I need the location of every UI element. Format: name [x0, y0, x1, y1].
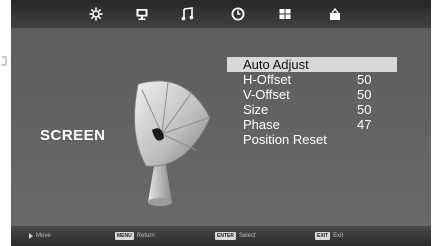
key-hint-bar: Move MENU Return ENTER Select EXIT Exit [11, 226, 431, 246]
menu-item-position-reset[interactable]: Position Reset [227, 132, 397, 147]
tab-time[interactable] [227, 4, 249, 24]
exit-key: EXIT [315, 232, 331, 240]
side-bracket-icon [2, 56, 7, 66]
gear-icon [89, 7, 103, 21]
menu-item-label: V-Offset [243, 87, 290, 102]
menu-item-label: H-Offset [243, 72, 292, 87]
hint-return: MENU Return [115, 231, 155, 241]
tab-options[interactable] [274, 4, 296, 24]
menu-item-label: Size [243, 102, 269, 117]
hint-move: Move [29, 231, 51, 241]
hint-move-label: Move [36, 233, 51, 239]
menu-item-phase[interactable]: Phase 47 [227, 117, 397, 132]
lock-icon [330, 7, 340, 20]
arrow-right-icon [29, 233, 33, 239]
menu-item-value: 50 [357, 87, 372, 102]
hint-exit-label: Exit [333, 233, 344, 239]
tab-audio[interactable] [177, 4, 199, 24]
hint-exit: EXIT Exit [315, 231, 343, 241]
satellite-dish-icon [133, 80, 211, 206]
tab-picture[interactable] [85, 4, 107, 24]
menu-item-v-offset[interactable]: V-Offset 50 [227, 87, 397, 102]
hint-select-label: Select [238, 233, 256, 239]
music-note-icon [181, 7, 194, 21]
enter-key: ENTER [215, 232, 236, 240]
hint-select: ENTER Select [215, 231, 256, 241]
menu-item-auto-adjust[interactable]: Auto Adjust [227, 57, 397, 72]
clock-icon [231, 7, 245, 21]
content-area: SCREEN Auto Adjust H-Offset 50 V-Offset … [11, 28, 431, 227]
tab-bar [11, 0, 431, 28]
grid-icon [279, 9, 291, 19]
menu-key: MENU [115, 232, 134, 240]
page-title: SCREEN [40, 127, 106, 144]
menu-item-label: Auto Adjust [243, 57, 309, 72]
menu-item-value: 50 [357, 102, 372, 117]
menu-item-label: Phase [243, 117, 280, 132]
menu-item-size[interactable]: Size 50 [227, 102, 397, 117]
menu-item-h-offset[interactable]: H-Offset 50 [227, 72, 397, 87]
menu-item-value: 47 [357, 117, 372, 132]
osd-window: SCREEN Auto Adjust H-Offset 50 V-Offset … [11, 0, 431, 246]
tab-lock[interactable] [324, 4, 346, 24]
monitor-icon [136, 9, 148, 20]
hint-return-label: Return [136, 233, 155, 239]
menu-item-label: Position Reset [243, 132, 327, 147]
settings-menu: Auto Adjust H-Offset 50 V-Offset 50 Size… [227, 57, 397, 147]
menu-item-value: 50 [357, 72, 372, 87]
tab-screen[interactable] [131, 4, 153, 24]
